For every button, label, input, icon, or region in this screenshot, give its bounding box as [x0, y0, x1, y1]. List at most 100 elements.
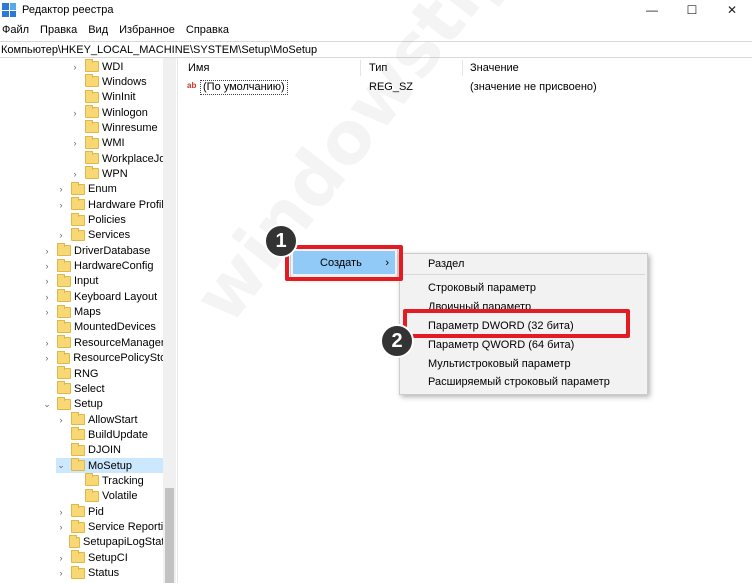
menu-file[interactable]: Файл: [2, 24, 29, 36]
folder-icon: [71, 412, 85, 426]
expand-chevron-icon[interactable]: ›: [42, 289, 52, 304]
expand-chevron-icon[interactable]: ›: [42, 274, 52, 289]
tree-item[interactable]: › Keyboard Layout: [42, 289, 176, 304]
tree-item[interactable]: SetupapiLogStatus: [56, 534, 176, 550]
expand-chevron-icon[interactable]: ⌄: [42, 397, 52, 412]
tree-item[interactable]: Windows: [70, 74, 176, 89]
expand-chevron-icon[interactable]: ›: [42, 243, 52, 258]
tree-item[interactable]: DJOIN: [56, 442, 176, 458]
expand-chevron-icon[interactable]: ›: [56, 228, 66, 243]
tree-item[interactable]: WorkplaceJoin: [70, 151, 176, 166]
tree-item[interactable]: › WDI: [70, 59, 176, 74]
menu-view[interactable]: Вид: [88, 24, 108, 36]
submenu-item-expandable-string[interactable]: Расширяемый строковый параметр: [428, 376, 610, 388]
expand-chevron-icon[interactable]: ›: [70, 166, 80, 181]
expand-chevron-icon[interactable]: ›: [42, 259, 52, 274]
column-header-name[interactable]: Имя: [188, 62, 209, 74]
tree-item[interactable]: Policies: [56, 212, 176, 228]
highlight-dword: [403, 309, 630, 338]
tree-item-label: Keyboard Layout: [74, 290, 158, 303]
folder-icon: [85, 89, 99, 103]
expand-chevron-icon[interactable]: ›: [42, 351, 52, 366]
expand-chevron-icon[interactable]: ›: [56, 182, 66, 197]
column-divider[interactable]: [360, 60, 361, 76]
tree-item[interactable]: › Input: [42, 273, 176, 289]
column-header-value[interactable]: Значение: [470, 62, 519, 74]
tree-scrollbar-thumb[interactable]: [165, 488, 174, 583]
tree-item[interactable]: Winresume: [70, 120, 176, 135]
expand-chevron-icon[interactable]: ›: [56, 520, 66, 535]
tree-item[interactable]: › WMI: [70, 135, 176, 151]
folder-icon: [56, 350, 71, 364]
column-header-type[interactable]: Тип: [369, 62, 387, 74]
tree-item[interactable]: › DriverDatabase: [42, 243, 176, 258]
expand-chevron-icon[interactable]: ›: [56, 412, 66, 427]
expand-chevron-icon[interactable]: ›: [70, 59, 80, 74]
tree-item[interactable]: Select: [42, 381, 176, 396]
address-bar[interactable]: Компьютер\HKEY_LOCAL_MACHINE\SYSTEM\Setu…: [0, 41, 752, 58]
tree-item-label: SetupCI: [88, 551, 128, 564]
column-divider[interactable]: [462, 60, 463, 76]
tree-item[interactable]: › Services: [56, 227, 176, 243]
tree-item[interactable]: › AllowStart: [56, 412, 176, 427]
expand-chevron-icon[interactable]: ›: [70, 136, 80, 151]
tree-item-label: Input: [74, 275, 99, 288]
value-data: (значение не присвоено): [470, 81, 597, 93]
tree-item[interactable]: › ResourcePolicyStore: [42, 350, 176, 366]
tree-item[interactable]: › Hardware Profiles: [56, 197, 176, 212]
folder-icon: [71, 550, 85, 564]
menu-favorites[interactable]: Избранное: [119, 24, 175, 36]
tree-item-label: Status: [88, 567, 120, 580]
tree-item[interactable]: › Maps: [42, 304, 176, 320]
maximize-button[interactable]: ☐: [672, 0, 712, 20]
tree-item[interactable]: › Pid: [56, 504, 176, 519]
expand-chevron-icon[interactable]: ›: [56, 504, 66, 519]
tree-item[interactable]: › Winlogon: [70, 105, 176, 120]
submenu-item-qword[interactable]: Параметр QWORD (64 бита): [428, 339, 574, 351]
tree-item[interactable]: WinInit: [70, 89, 176, 105]
tree-item[interactable]: › Status: [56, 565, 176, 581]
tree-item[interactable]: › WPN: [70, 166, 176, 181]
menu-help[interactable]: Справка: [186, 24, 229, 36]
tree-item-label: WDI: [102, 60, 124, 73]
minimize-button[interactable]: —: [632, 0, 672, 20]
folder-icon: [85, 74, 99, 88]
expand-chevron-icon[interactable]: ›: [42, 335, 52, 350]
tree-item[interactable]: Volatile: [70, 488, 176, 504]
tree-item-label: Select: [74, 382, 105, 395]
expand-chevron-icon[interactable]: ⌄: [56, 458, 66, 473]
tree-item[interactable]: › Service Reporting: [56, 519, 176, 535]
tree-item[interactable]: RNG: [42, 366, 176, 381]
folder-icon: [71, 212, 85, 226]
tree-item[interactable]: BuildUpdate: [56, 427, 176, 442]
tree-item[interactable]: › Enum: [56, 181, 176, 197]
expand-chevron-icon[interactable]: ›: [56, 197, 66, 212]
tree-item[interactable]: › HardwareConfig: [42, 258, 176, 274]
submenu-item-multistring[interactable]: Мультистроковый параметр: [428, 358, 571, 370]
expand-chevron-icon[interactable]: ›: [56, 566, 66, 581]
tree-item[interactable]: Tracking: [70, 473, 176, 488]
tree-item[interactable]: ⌄ MoSetup: [56, 458, 176, 474]
close-button[interactable]: ✕: [712, 0, 752, 20]
expand-chevron-icon[interactable]: ›: [56, 550, 66, 565]
menu-edit[interactable]: Правка: [40, 24, 77, 36]
tree-item[interactable]: MountedDevices: [42, 319, 176, 335]
folder-icon: [71, 197, 85, 211]
tree-item[interactable]: ⌄ Setup: [42, 396, 176, 412]
tree-item-label: Winlogon: [102, 106, 148, 119]
tree-item[interactable]: › SetupCI: [56, 550, 176, 565]
menu-bar: Файл Правка Вид Избранное Справка: [0, 20, 752, 40]
submenu-item-key[interactable]: Раздел: [428, 258, 464, 270]
tree-item[interactable]: › ResourceManager: [42, 335, 176, 350]
value-name-default[interactable]: (По умолчанию): [200, 80, 288, 95]
submenu-item-string[interactable]: Строковый параметр: [428, 282, 536, 294]
expand-chevron-icon[interactable]: ›: [70, 105, 80, 120]
window-title: Редактор реестра: [22, 4, 114, 16]
folder-icon: [71, 181, 85, 195]
folder-icon: [57, 381, 71, 395]
folder-icon: [68, 534, 81, 548]
expand-chevron-icon[interactable]: ›: [42, 305, 52, 320]
